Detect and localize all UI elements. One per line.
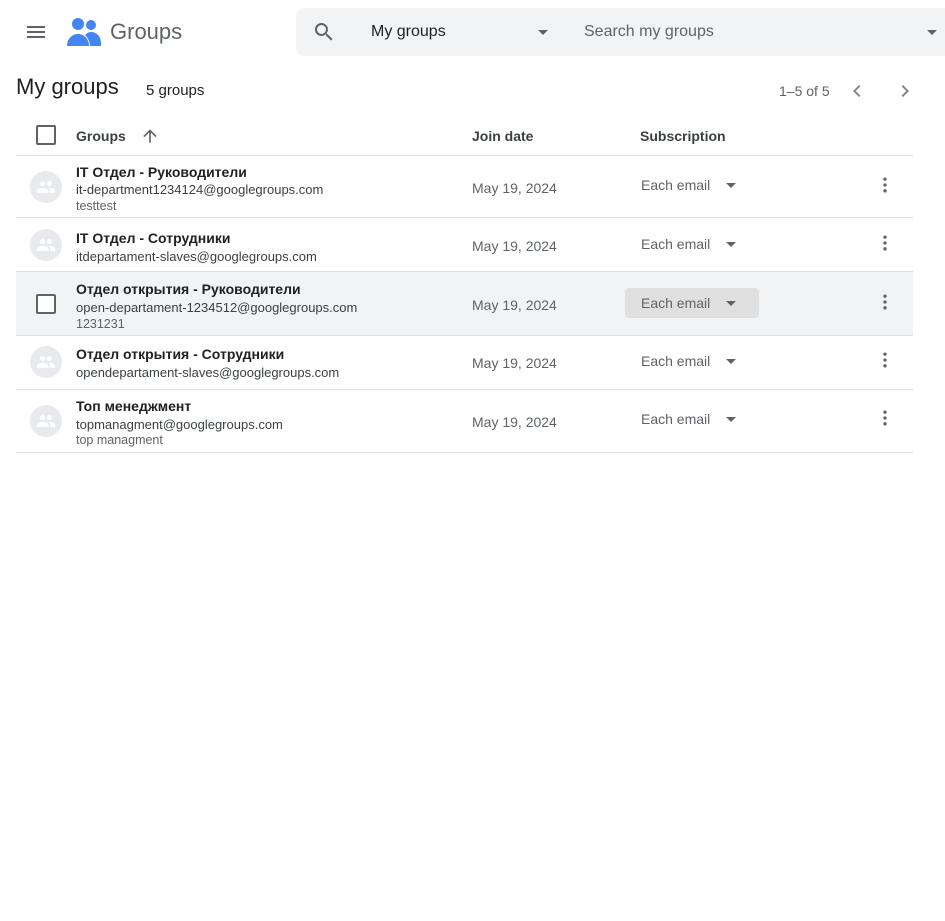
more-options-button[interactable]: [869, 286, 901, 318]
row-checkbox[interactable]: [36, 294, 56, 314]
group-description: 1231231: [76, 317, 125, 331]
group-description: top managment: [76, 433, 163, 447]
join-date: May 19, 2024: [472, 180, 557, 196]
next-page-button[interactable]: [889, 75, 921, 107]
table-row[interactable]: Топ менеджмент topmanagment@googlegroups…: [16, 390, 913, 453]
group-email: open-departament-1234512@googlegroups.co…: [76, 300, 358, 315]
search-icon: [314, 23, 333, 41]
join-date: May 19, 2024: [472, 355, 557, 371]
groups-logo-icon: [67, 18, 101, 46]
people-icon: [36, 239, 56, 251]
more-vert-icon: [883, 294, 887, 310]
subscription-dropdown[interactable]: Each email: [625, 404, 759, 434]
caret-down-icon: [726, 417, 736, 422]
group-avatar: [30, 229, 62, 261]
caret-down-icon: [726, 183, 736, 188]
more-vert-icon: [883, 352, 887, 368]
more-vert-icon: [883, 177, 887, 193]
more-options-button[interactable]: [869, 344, 901, 376]
subscription-dropdown[interactable]: Each email: [625, 170, 759, 200]
search-button[interactable]: [304, 12, 344, 52]
column-header-join-date: Join date: [472, 128, 534, 144]
subscription-label: Each email: [641, 177, 711, 193]
subscription-label: Each email: [641, 353, 711, 369]
people-icon: [36, 181, 56, 193]
more-options-button[interactable]: [869, 227, 901, 259]
search-options-caret-icon[interactable]: [926, 27, 938, 37]
more-options-button[interactable]: [869, 402, 901, 434]
group-avatar: [30, 346, 62, 378]
chevron-left-icon: [853, 85, 861, 97]
group-email: opendepartament-slaves@googlegroups.com: [76, 365, 340, 380]
caret-down-icon: [726, 301, 736, 306]
group-email: it-department1234124@googlegroups.com: [76, 182, 324, 197]
hamburger-menu-icon: [27, 26, 45, 38]
group-email: itdepartament-slaves@googlegroups.com: [76, 249, 317, 264]
table-header: Groups Join date Subscription: [16, 114, 913, 156]
group-avatar: [30, 405, 62, 437]
main-menu-button[interactable]: [12, 8, 60, 56]
search-input[interactable]: [584, 8, 914, 56]
search-bar: My groups: [296, 8, 945, 56]
arrow-up-icon: [143, 129, 157, 143]
group-name[interactable]: Отдел открытия - Руководители: [76, 281, 301, 297]
group-name[interactable]: IT Отдел - Сотрудники: [76, 230, 230, 246]
group-avatar: [30, 171, 62, 203]
group-count: 5 groups: [146, 82, 205, 99]
subscription-dropdown[interactable]: Each email: [625, 288, 759, 318]
more-vert-icon: [883, 235, 887, 251]
group-email: topmanagment@googlegroups.com: [76, 417, 283, 432]
table-row[interactable]: IT Отдел - Сотрудники itdepartament-slav…: [16, 218, 913, 272]
previous-page-button[interactable]: [841, 75, 873, 107]
people-icon: [36, 356, 56, 368]
group-name[interactable]: Отдел открытия - Сотрудники: [76, 346, 284, 362]
sort-button[interactable]: [138, 124, 162, 148]
join-date: May 19, 2024: [472, 238, 557, 254]
column-header-subscription: Subscription: [640, 128, 726, 144]
select-all-checkbox[interactable]: [36, 125, 56, 145]
column-header-groups[interactable]: Groups: [76, 128, 126, 144]
app-title: Groups: [110, 19, 183, 44]
page-title: My groups: [16, 74, 119, 99]
subscription-dropdown[interactable]: Each email: [625, 346, 759, 376]
caret-down-icon: [538, 30, 548, 35]
join-date: May 19, 2024: [472, 414, 557, 430]
subscription-label: Each email: [641, 295, 711, 311]
pagination-range: 1–5 of 5: [779, 83, 830, 99]
search-scope-dropdown[interactable]: My groups: [371, 8, 561, 56]
groups-table: Groups Join date Subscription IT Отдел -…: [16, 114, 913, 453]
groups-logo[interactable]: Groups: [66, 14, 182, 50]
table-row[interactable]: Отдел открытия - Руководители open-depar…: [16, 272, 913, 336]
more-options-button[interactable]: [869, 169, 901, 201]
caret-down-icon: [726, 242, 736, 247]
people-icon: [36, 415, 56, 427]
caret-down-icon: [726, 359, 736, 364]
subscription-dropdown[interactable]: Each email: [625, 229, 759, 259]
group-name[interactable]: Топ менеджмент: [76, 398, 191, 414]
group-name[interactable]: IT Отдел - Руководители: [76, 164, 247, 180]
table-row[interactable]: Отдел открытия - Сотрудники opendepartam…: [16, 336, 913, 390]
group-description: testtest: [76, 199, 117, 213]
join-date: May 19, 2024: [472, 297, 557, 313]
more-vert-icon: [883, 410, 887, 426]
app-header: Groups My groups: [0, 0, 945, 64]
subscription-label: Each email: [641, 411, 711, 427]
table-row[interactable]: IT Отдел - Руководители it-department123…: [16, 156, 913, 218]
chevron-right-icon: [901, 85, 909, 97]
subscription-label: Each email: [641, 236, 711, 252]
search-scope-label: My groups: [371, 23, 446, 40]
